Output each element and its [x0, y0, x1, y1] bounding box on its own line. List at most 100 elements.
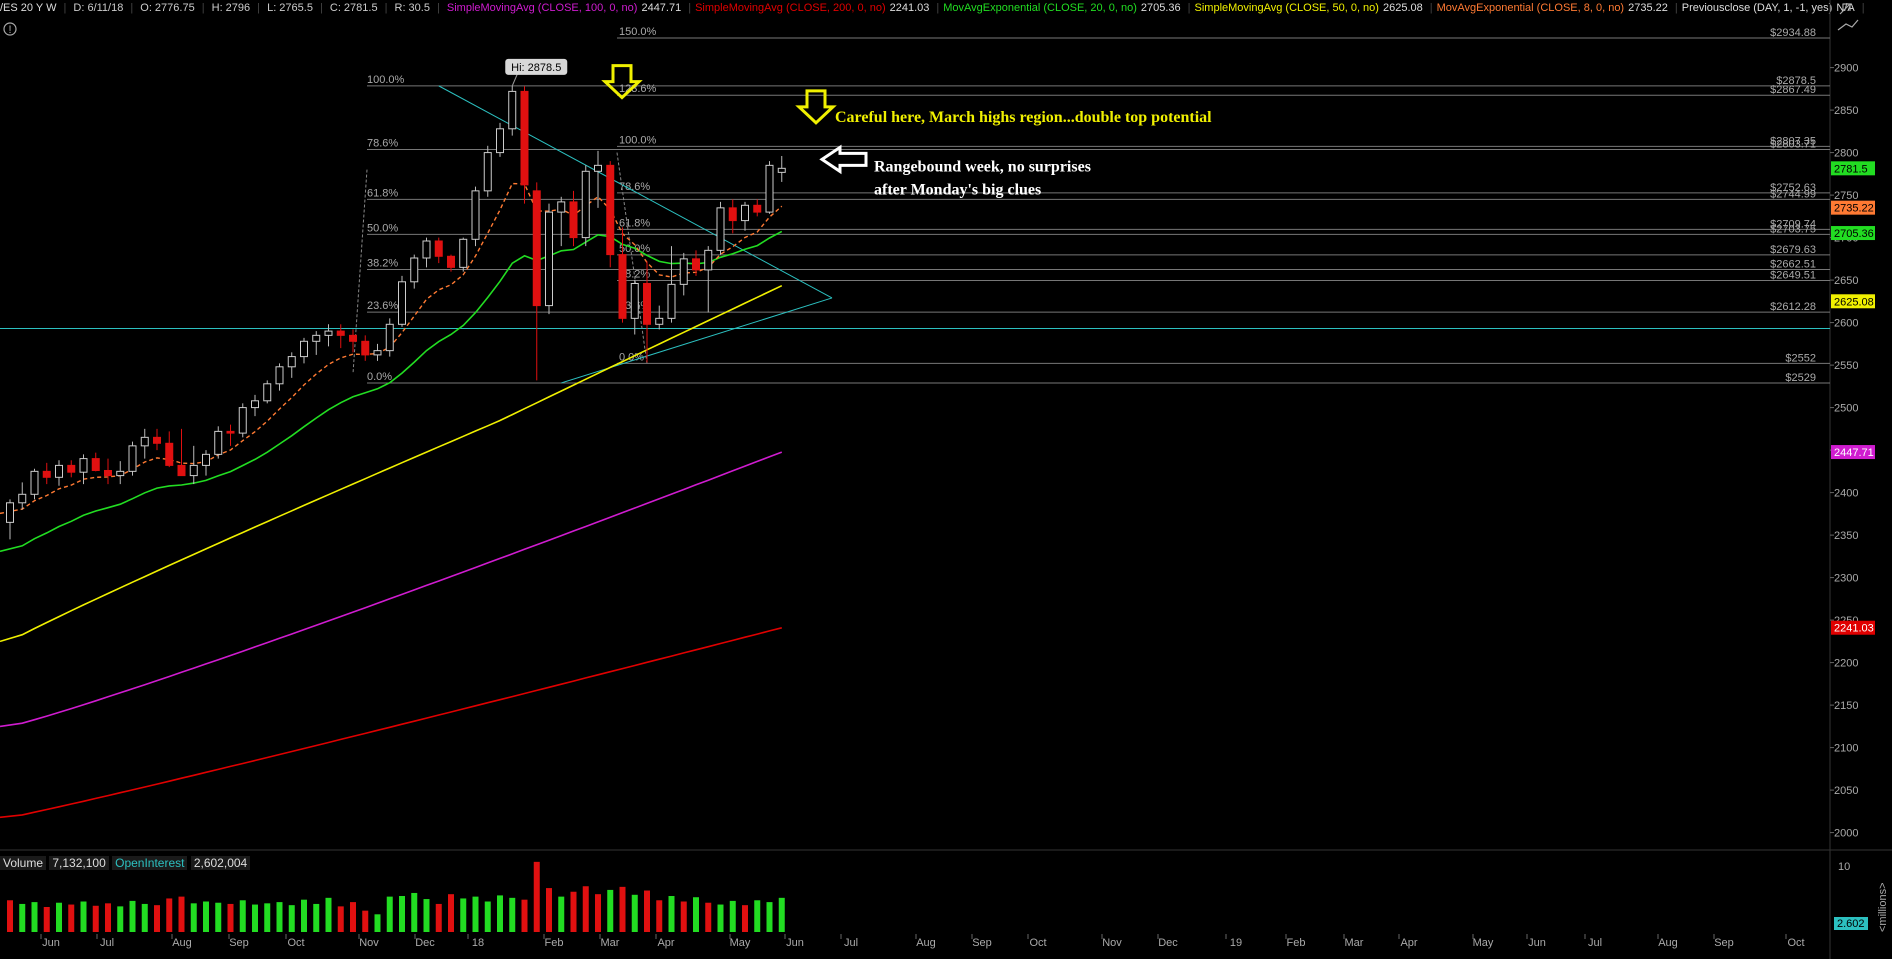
price-badge-label: 2241.03 [1834, 623, 1874, 635]
y-tick-label: 2100 [1834, 743, 1858, 755]
volume-bar [533, 861, 540, 932]
volume-bar [252, 904, 258, 932]
candle-body [104, 470, 112, 477]
candle-body [251, 400, 259, 409]
volume-bar [778, 897, 785, 932]
volume-bar [92, 905, 99, 932]
candle-body [434, 240, 443, 257]
fib-label-right: 100.0% [619, 134, 657, 146]
fib-label-left: 61.8% [367, 187, 398, 199]
candle-body [55, 464, 63, 478]
volume-bar [729, 900, 736, 932]
candle-body [398, 281, 406, 325]
x-tick-label: Oct [1787, 937, 1804, 949]
candle-body [545, 211, 553, 307]
candle-body [422, 240, 431, 259]
volume-bar [264, 903, 271, 932]
y-tick-label: 2850 [1834, 105, 1858, 117]
fib-label-right: 150.0% [619, 26, 657, 38]
y-tick-label: 2550 [1834, 360, 1858, 372]
volume-bar [631, 894, 638, 932]
volume-bars: 10 2.602 <millions> [7, 861, 1889, 932]
candle-body [508, 90, 517, 130]
candle-body [447, 255, 455, 268]
info-icon-glyph: ! [8, 24, 11, 36]
y-tick-label: 2150 [1834, 700, 1858, 712]
candle-body [79, 458, 88, 473]
moving-averages [0, 182, 783, 819]
volume-bar [619, 886, 626, 932]
candle-body [655, 317, 664, 325]
volume-bar [129, 900, 136, 932]
candle-body [226, 430, 235, 434]
volume-bar [350, 902, 356, 932]
candle-body [385, 323, 394, 352]
volume-bar [484, 901, 491, 932]
candle-body [704, 249, 713, 271]
candle-body [777, 167, 786, 173]
volume-bar [362, 910, 369, 932]
candle-body [630, 283, 639, 319]
volume-bar [680, 901, 687, 932]
candle-body [581, 170, 590, 239]
volume-bar [68, 904, 75, 932]
ema20-line [0, 230, 783, 553]
volume-bar [325, 897, 332, 932]
price-badge-label: 2625.08 [1834, 296, 1874, 308]
fib-label-left: 50.0% [367, 222, 398, 234]
y-tick-label: 2400 [1834, 488, 1858, 500]
volume-bar [374, 914, 381, 932]
candle-body [373, 350, 382, 356]
x-tick-label: Feb [1287, 937, 1306, 949]
gridlines [0, 0, 1892, 959]
fib-label-left: 100.0% [367, 74, 405, 86]
fib-label-left: 23.6% [367, 300, 398, 312]
candles: Hi: 2878.5 [6, 58, 786, 540]
volume-unit-label: <millions> [1877, 882, 1889, 932]
y-tick-label: 2000 [1834, 828, 1858, 840]
volume-bar [31, 902, 38, 932]
candle-body [520, 90, 529, 186]
volume-bar [141, 903, 148, 932]
fib-label-left: 0.0% [367, 371, 392, 383]
openinterest-value: 2,602,004 [190, 856, 251, 870]
hi-label: Hi: 2878.5 [511, 62, 561, 74]
chart-icons: ! [3, 3, 1859, 36]
volume-bar [705, 902, 712, 932]
price-chart[interactable]: $2934.88$2878.5$2867.49$2807.35$2803.71$… [0, 0, 1892, 959]
volume-header: Volume 7,132,100 OpenInterest 2,602,004 [0, 855, 251, 871]
candle-body [42, 470, 51, 478]
candle-body [692, 258, 700, 271]
fib-label-right: 61.8% [619, 217, 650, 229]
x-tick-label: Sep [972, 937, 992, 949]
volume-bar [288, 905, 295, 932]
chart-style-icon [1837, 19, 1859, 31]
x-tick-label: Apr [1400, 937, 1417, 949]
fib-label-left: 38.2% [367, 257, 398, 269]
x-tick-label: Jul [1588, 937, 1602, 949]
x-tick-label: Jul [100, 937, 114, 949]
price-badge-label: 2447.71 [1834, 447, 1874, 459]
x-tick-label: Jun [786, 937, 804, 949]
volume-bar [607, 889, 614, 932]
x-tick-label: Sep [1714, 937, 1734, 949]
candle-body [177, 464, 186, 477]
candle-body [471, 190, 480, 240]
candle-body [643, 283, 651, 325]
x-tick-label: Dec [1158, 937, 1178, 949]
candle-body [459, 238, 468, 268]
candle-body [67, 464, 76, 473]
volume-bar [509, 897, 516, 932]
volume-bar [435, 903, 442, 932]
y-tick-label: 2350 [1834, 530, 1858, 542]
x-tick-label: Oct [1029, 937, 1046, 949]
candle-body [91, 458, 100, 472]
x-tick-label: Aug [916, 937, 936, 949]
x-tick-label: Sep [229, 937, 249, 949]
x-tick-label: Dec [415, 937, 435, 949]
volume-label: Volume [0, 856, 47, 870]
price-badge-label: 2705.36 [1834, 228, 1874, 240]
y-tick-label: 2300 [1834, 573, 1858, 585]
candle-body [140, 436, 149, 447]
candle-body [532, 190, 541, 307]
